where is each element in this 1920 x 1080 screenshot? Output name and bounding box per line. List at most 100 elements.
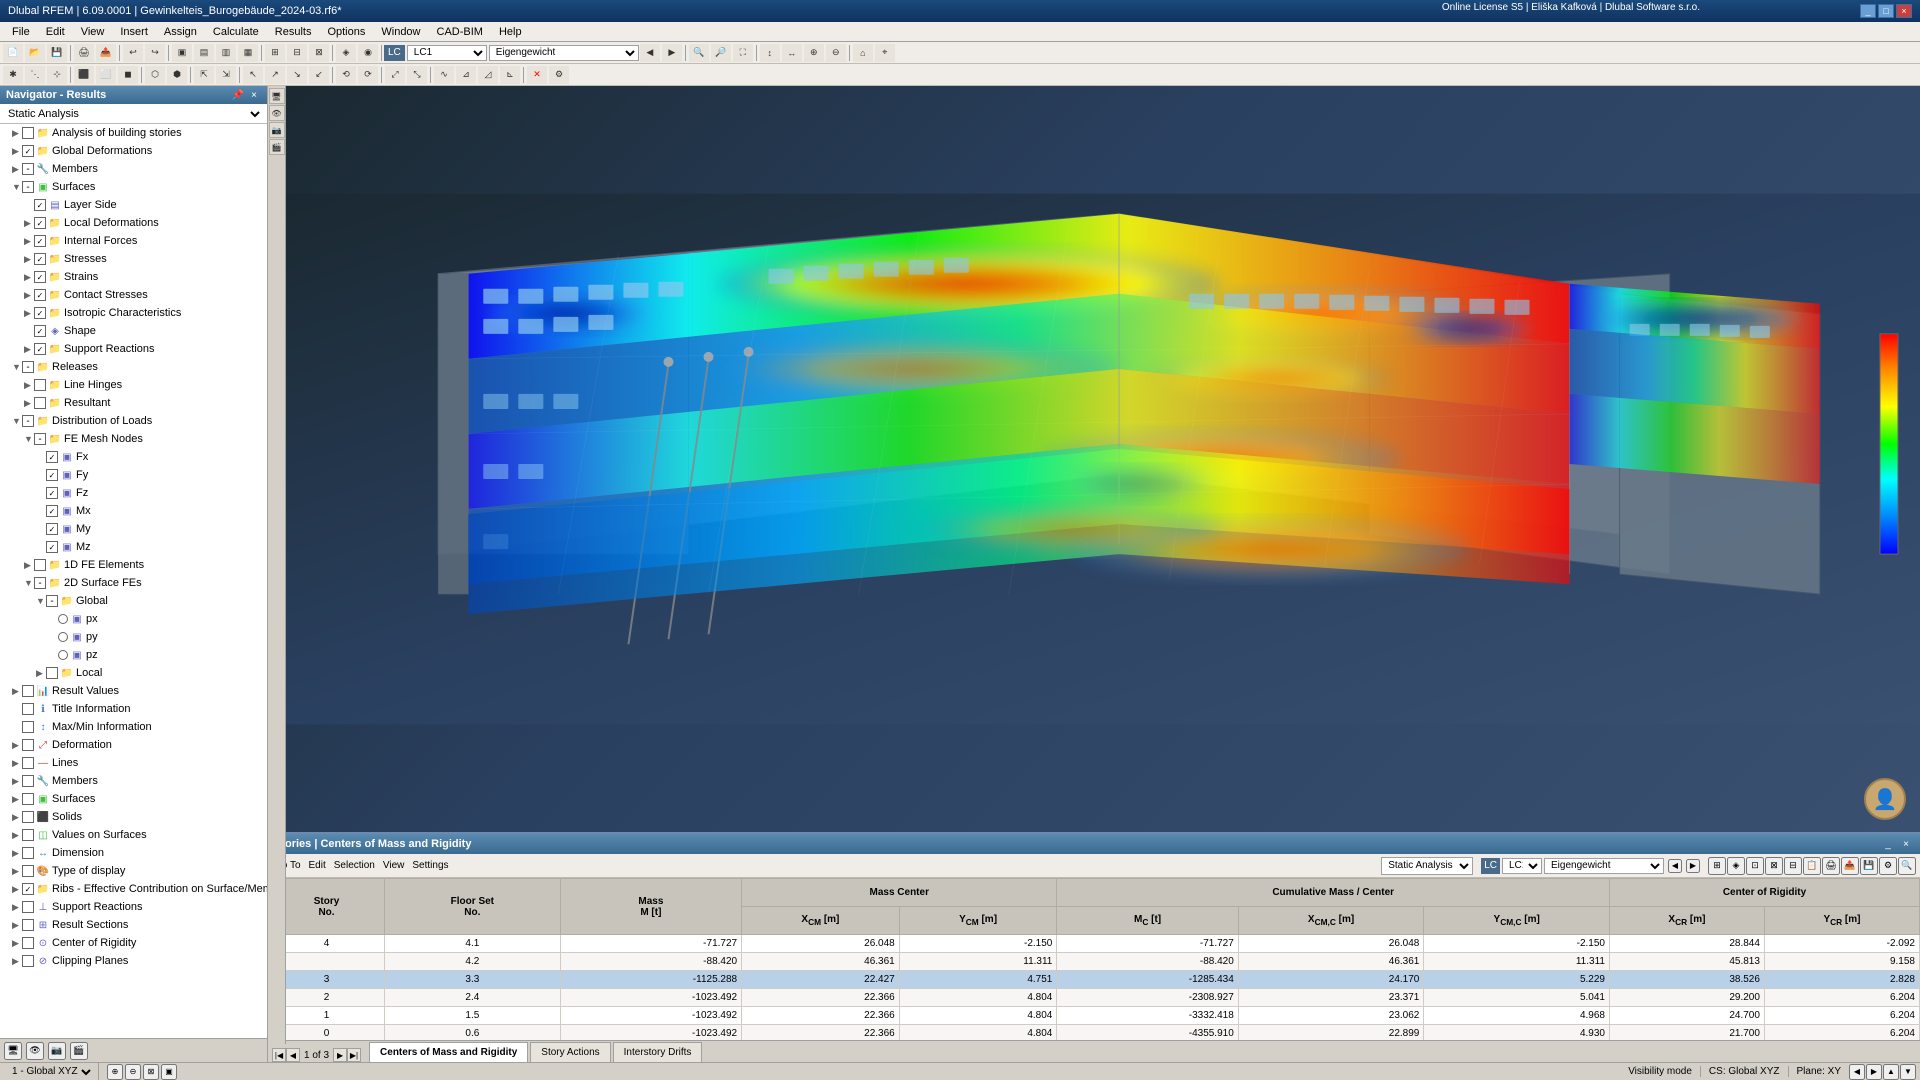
chk-maxmin[interactable] [22,721,34,733]
menu-insert[interactable]: Insert [112,24,156,40]
tb2-btn-24[interactable]: ⚙ [549,66,569,84]
chk-analysis-building[interactable] [22,127,34,139]
sb-right-3[interactable]: ▲ [1883,1064,1899,1080]
tree-item-fx[interactable]: ▣ Fx [0,448,267,466]
menu-window[interactable]: Window [373,24,428,40]
nav-analysis-select[interactable]: Static Analysis [4,105,263,123]
tab-story-actions[interactable]: Story Actions [530,1042,610,1062]
tree-item-dimension[interactable]: ▶ ↔ Dimension [0,844,267,862]
tb2-btn-8[interactable]: ⬢ [167,66,187,84]
tree-item-global-deformations[interactable]: ▶ 📁 Global Deformations [0,142,267,160]
lt-btn-1[interactable]: 🖥 [269,88,285,104]
page-next-btn[interactable]: ▶ [333,1048,347,1062]
nav-pin-btn[interactable]: 📌 [231,88,245,102]
chk-dist-loads[interactable] [22,415,34,427]
tb-new[interactable]: 📄 [3,44,23,62]
tree-item-isotropic[interactable]: ▶ 📁 Isotropic Characteristics [0,304,267,322]
tb-btn-15[interactable]: ⊕ [804,44,824,62]
bp-tb-8[interactable]: 📤 [1841,857,1859,875]
tb-btn-5[interactable]: ⊞ [265,44,285,62]
3d-viewport[interactable]: 👤 [268,86,1920,832]
nav-camera-btn[interactable]: 📷 [48,1042,66,1060]
tree-item-deformation[interactable]: ▶ ⤢ Deformation [0,736,267,754]
chk-isotropic[interactable] [34,307,46,319]
chk-local[interactable] [46,667,58,679]
tree-item-local[interactable]: ▶ 📁 Local [0,664,267,682]
tree-item-surfaces-nav[interactable]: ▶ ▣ Surfaces [0,790,267,808]
tree-item-clipping-planes[interactable]: ▶ ⊘ Clipping Planes [0,952,267,970]
tree-item-members[interactable]: ▶ 🔧 Members [0,160,267,178]
tb2-btn-12[interactable]: ↗ [265,66,285,84]
tree-item-internal-forces[interactable]: ▶ 📁 Internal Forces [0,232,267,250]
tb-btn-8[interactable]: ◈ [336,44,356,62]
table-row[interactable]: 11.5-1023.49222.3664.804-3332.41823.0624… [269,1007,1920,1025]
tree-item-type-display[interactable]: ▶ 🎨 Type of display [0,862,267,880]
bp-tb-9[interactable]: 💾 [1860,857,1878,875]
bp-tb-6[interactable]: 📋 [1803,857,1821,875]
lt-btn-4[interactable]: 🎬 [269,139,285,155]
menu-view[interactable]: View [73,24,113,40]
menu-calculate[interactable]: Calculate [205,24,267,40]
nav-eye-btn[interactable]: 👁 [26,1042,44,1060]
menu-edit[interactable]: Edit [38,24,73,40]
tree-item-support-react-surf[interactable]: ▶ 📁 Support Reactions [0,340,267,358]
tree-item-line-hinges[interactable]: ▶ 📁 Line Hinges [0,376,267,394]
tb2-btn-6[interactable]: ◼ [118,66,138,84]
lt-btn-2[interactable]: 👁 [269,105,285,121]
table-row[interactable]: 33.3-1125.28822.4274.751-1285.43424.1705… [269,971,1920,989]
bp-tb-1[interactable]: ⊞ [1708,857,1726,875]
tb2-btn-20[interactable]: ⊿ [456,66,476,84]
chk-dimension[interactable] [22,847,34,859]
page-first-btn[interactable]: |◀ [272,1048,286,1062]
sb-btn-1[interactable]: ⊕ [107,1064,123,1080]
chk-center-rigidity[interactable] [22,937,34,949]
tb-btn-4[interactable]: ▦ [238,44,258,62]
table-row[interactable]: 22.4-1023.49222.3664.804-2308.92723.3715… [269,989,1920,1007]
tree-item-1d-fe[interactable]: ▶ 📁 1D FE Elements [0,556,267,574]
tab-interstory-drifts[interactable]: Interstory Drifts [613,1042,703,1062]
chk-fz[interactable] [46,487,58,499]
chk-shape[interactable] [34,325,46,337]
tree-item-members-nav[interactable]: ▶ 🔧 Members [0,772,267,790]
tree-item-analysis-building[interactable]: ▶ 📁 Analysis of building stories [0,124,267,142]
bp-view-btn[interactable]: View [381,860,407,871]
tb2-btn-19[interactable]: ∿ [434,66,454,84]
chk-surfaces-nav[interactable] [22,793,34,805]
page-last-btn[interactable]: ▶| [347,1048,361,1062]
tree-item-my[interactable]: ▣ My [0,520,267,538]
menu-cad-bim[interactable]: CAD-BIM [429,24,491,40]
bp-settings-btn[interactable]: Settings [410,860,450,871]
chk-title-info[interactable] [22,703,34,715]
chk-internal-forces[interactable] [34,235,46,247]
tree-item-lines[interactable]: ▶ — Lines [0,754,267,772]
tb-btn-6[interactable]: ⊟ [287,44,307,62]
tb2-btn-9[interactable]: ⇱ [194,66,214,84]
tb2-btn-21[interactable]: ◿ [478,66,498,84]
tree-item-values-surfaces[interactable]: ▶ ◫ Values on Surfaces [0,826,267,844]
tree-item-2d-surface[interactable]: ▼ 📁 2D Surface FEs [0,574,267,592]
tree-item-result-sections[interactable]: ▶ ⊞ Result Sections [0,916,267,934]
tb2-btn-2[interactable]: ⋱ [25,66,45,84]
chk-my[interactable] [46,523,58,535]
tree-item-ribs-effective[interactable]: ▶ 📁 Ribs - Effective Contribution on Sur… [0,880,267,898]
nav-display-btn[interactable]: 🖥 [4,1042,22,1060]
chk-mz[interactable] [46,541,58,553]
radio-pz-global[interactable] [58,650,68,660]
tb-btn-2[interactable]: ▤ [194,44,214,62]
table-row[interactable]: 4.2-88.42046.36111.311-88.42046.36111.31… [269,953,1920,971]
sb-right-1[interactable]: ◀ [1849,1064,1865,1080]
bp-tb-4[interactable]: ⊠ [1765,857,1783,875]
chk-ribs[interactable] [22,883,34,895]
tb-open[interactable]: 📂 [25,44,45,62]
close-btn[interactable]: × [1896,4,1912,18]
chk-contact-stresses[interactable] [34,289,46,301]
tb-export[interactable]: 📤 [96,44,116,62]
bp-next-btn[interactable]: ▶ [1686,859,1700,873]
bp-tb-3[interactable]: ⊡ [1746,857,1764,875]
tree-item-result-values[interactable]: ▶ 📊 Result Values [0,682,267,700]
chk-fe-mesh[interactable] [34,433,46,445]
chk-1d-fe[interactable] [34,559,46,571]
lc-selector[interactable]: LC1 [407,45,487,61]
chk-2d-surface[interactable] [34,577,46,589]
tree-item-support-react-nav[interactable]: ▶ ⊥ Support Reactions [0,898,267,916]
